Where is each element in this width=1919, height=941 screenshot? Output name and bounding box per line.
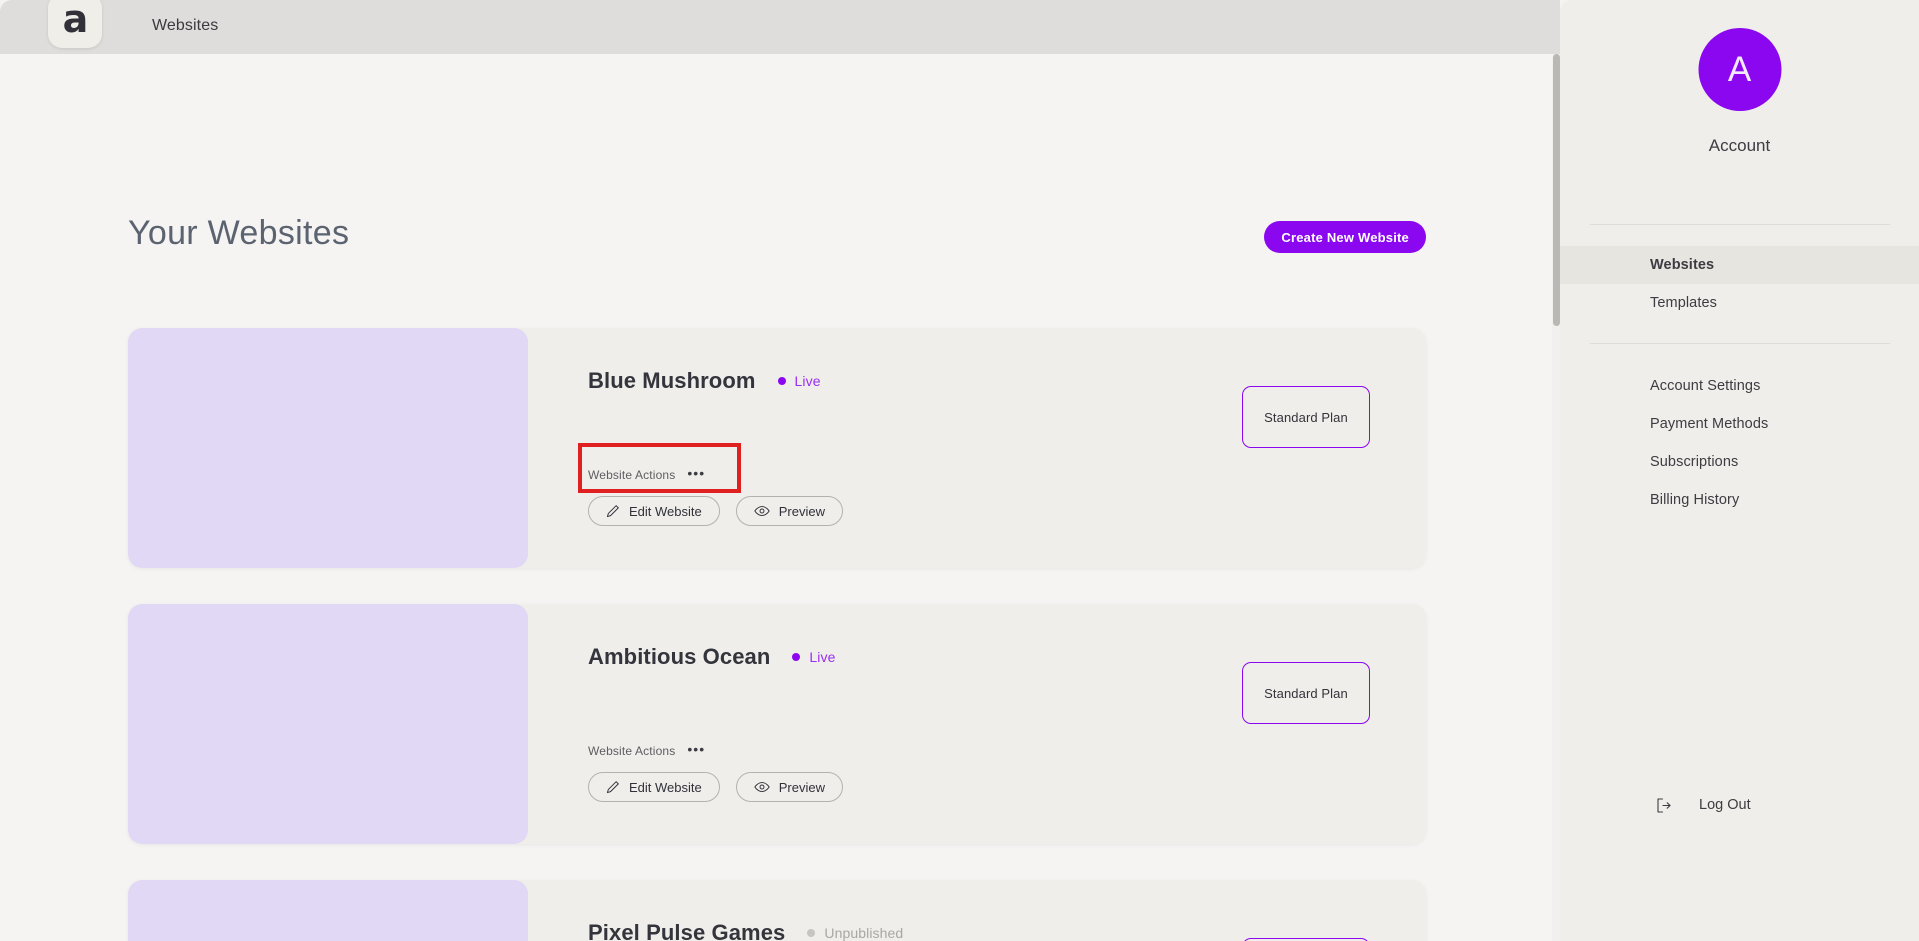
- logo-letter-a-icon: a: [62, 0, 89, 41]
- website-title-row: Ambitious Ocean Live: [588, 644, 836, 670]
- website-title-row: Pixel Pulse Games Unpublished: [588, 920, 903, 941]
- website-thumbnail[interactable]: [128, 880, 528, 941]
- sidebar-item-websites[interactable]: Websites: [1560, 246, 1919, 284]
- website-name: Blue Mushroom: [588, 368, 756, 393]
- website-actions-row: Website Actions •••: [588, 466, 705, 482]
- status-label: Live: [794, 373, 821, 389]
- sidebar-nav-secondary: Account Settings Payment Methods Subscri…: [1560, 367, 1919, 519]
- app-logo[interactable]: a: [48, 0, 102, 48]
- pencil-icon: [606, 505, 619, 518]
- page-title: Your Websites: [128, 214, 350, 252]
- sidebar-item-label: Payment Methods: [1650, 416, 1769, 432]
- page-header: Your Websites Create New Website: [128, 214, 1426, 260]
- preview-label: Preview: [778, 779, 825, 795]
- website-name: Pixel Pulse Games: [588, 920, 786, 941]
- logout-label: Log Out: [1699, 797, 1751, 813]
- logout-button[interactable]: Log Out: [1560, 790, 1919, 820]
- website-actions-label: Website Actions: [588, 744, 676, 758]
- website-thumbnail[interactable]: [128, 604, 528, 844]
- edit-website-button[interactable]: Edit Website: [588, 496, 720, 526]
- sidebar-item-subscriptions[interactable]: Subscriptions: [1560, 443, 1919, 481]
- sidebar-item-templates[interactable]: Templates: [1560, 284, 1919, 322]
- status-label: Live: [809, 649, 836, 665]
- website-card[interactable]: Pixel Pulse Games Unpublished Website Ac…: [128, 880, 1426, 941]
- create-new-website-button[interactable]: Create New Website: [1264, 221, 1426, 253]
- sidebar-item-label: Websites: [1650, 257, 1715, 273]
- edit-website-button[interactable]: Edit Website: [588, 772, 720, 802]
- preview-button[interactable]: Preview: [735, 772, 843, 802]
- website-action-buttons: Edit Website Preview: [588, 772, 843, 802]
- logout-icon: [1656, 797, 1672, 813]
- sidebar-item-label: Templates: [1650, 295, 1717, 311]
- breadcrumb-websites: Websites: [152, 17, 219, 34]
- website-thumbnail[interactable]: [128, 328, 528, 568]
- website-card[interactable]: Blue Mushroom Live Website Actions ••• E…: [128, 328, 1426, 568]
- status-dot-icon: [807, 929, 816, 937]
- plan-badge: Standard Plan: [1242, 662, 1370, 724]
- website-actions-row: Website Actions •••: [588, 742, 705, 758]
- sidebar-item-label: Subscriptions: [1650, 454, 1739, 470]
- website-card[interactable]: Ambitious Ocean Live Website Actions •••: [128, 604, 1426, 844]
- website-card-body: Blue Mushroom Live Website Actions ••• E…: [588, 328, 1426, 568]
- edit-website-label: Edit Website: [629, 779, 702, 795]
- sidebar-item-account-settings[interactable]: Account Settings: [1560, 367, 1919, 405]
- account-label: Account: [1708, 136, 1771, 155]
- top-header-bar: a Websites: [0, 0, 1560, 54]
- sidebar-divider-middle: [1590, 343, 1890, 344]
- eye-icon: [754, 782, 770, 792]
- website-card-list: Blue Mushroom Live Website Actions ••• E…: [128, 328, 1426, 941]
- avatar-initial: A: [1727, 49, 1752, 89]
- website-card-body: Ambitious Ocean Live Website Actions •••: [588, 604, 1426, 844]
- more-options-icon[interactable]: •••: [687, 466, 705, 480]
- preview-label: Preview: [778, 503, 825, 519]
- edit-website-label: Edit Website: [629, 503, 702, 519]
- status-dot-icon: [792, 653, 801, 661]
- website-name: Ambitious Ocean: [588, 644, 771, 669]
- status-label: Unpublished: [824, 925, 904, 941]
- sidebar-divider-top: [1590, 224, 1890, 225]
- app-root: a Websites Your Websites Create New Webs…: [0, 0, 1919, 941]
- pencil-icon: [606, 781, 619, 794]
- sidebar-nav-primary: Websites Templates: [1560, 246, 1919, 322]
- main-scrollbar-thumb[interactable]: [1553, 54, 1560, 326]
- preview-button[interactable]: Preview: [735, 496, 843, 526]
- main-content-area: Your Websites Create New Website Blue Mu…: [0, 54, 1552, 941]
- sidebar-item-billing-history[interactable]: Billing History: [1560, 481, 1919, 519]
- sidebar-item-payment-methods[interactable]: Payment Methods: [1560, 405, 1919, 443]
- sidebar-item-label: Billing History: [1650, 492, 1740, 508]
- sidebar-item-label: Account Settings: [1650, 378, 1761, 394]
- website-card-body: Pixel Pulse Games Unpublished Website Ac…: [588, 880, 1426, 941]
- website-actions-label: Website Actions: [588, 468, 676, 482]
- status-dot-icon: [777, 377, 786, 385]
- more-options-icon[interactable]: •••: [687, 742, 705, 756]
- account-sidebar: A Account Websites Templates Account Set…: [1560, 0, 1919, 941]
- eye-icon: [754, 506, 770, 516]
- website-action-buttons: Edit Website Preview: [588, 496, 843, 526]
- plan-badge: Standard Plan: [1242, 386, 1370, 448]
- website-title-row: Blue Mushroom Live: [588, 368, 821, 394]
- avatar[interactable]: A: [1698, 28, 1781, 111]
